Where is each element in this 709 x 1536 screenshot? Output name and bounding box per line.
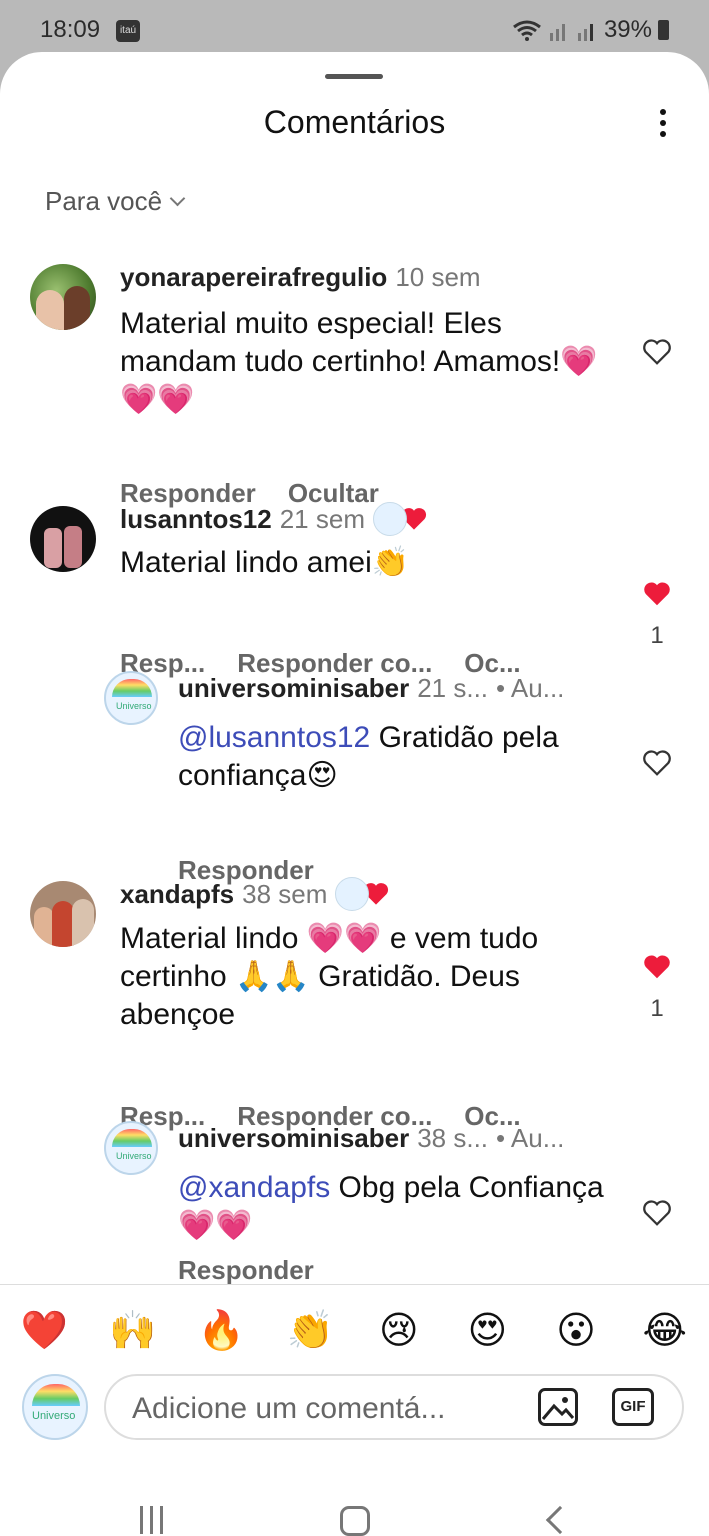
composer-avatar: Universo bbox=[22, 1374, 88, 1440]
home-icon[interactable] bbox=[340, 1506, 370, 1536]
avatar[interactable] bbox=[30, 881, 96, 947]
heart-emoji: 💗💗 bbox=[306, 921, 382, 956]
comments-sheet: Comentários Para você yonarapereirafregu… bbox=[0, 52, 709, 1536]
comment-time: 10 sem bbox=[395, 262, 481, 292]
author-label: • Au... bbox=[496, 1123, 565, 1153]
heart-outline-icon[interactable] bbox=[642, 1199, 672, 1227]
universo-logo-text: Universo bbox=[116, 1151, 152, 1161]
gif-icon[interactable]: GIF bbox=[612, 1388, 654, 1426]
drag-handle[interactable] bbox=[325, 74, 383, 79]
heart-eyes-emoji: 😍 bbox=[306, 758, 338, 793]
heart-filled-icon[interactable] bbox=[642, 580, 672, 608]
comment-username[interactable]: lusanntos12 bbox=[120, 504, 272, 535]
comment-time: 38 sem bbox=[242, 878, 328, 909]
comment-text: @xandapfs Obg pela Confiança 💗💗 bbox=[178, 1171, 604, 1243]
reaction-fire[interactable]: 🔥 bbox=[194, 1308, 250, 1353]
reaction-surprised[interactable]: 😮 bbox=[548, 1308, 604, 1352]
comment-username[interactable]: universominisaber bbox=[178, 673, 409, 704]
reaction-raised-hands[interactable]: 🙌 bbox=[105, 1308, 161, 1353]
comment-text: Material lindo 💗💗 e vem tudo certinho 🙏🙏… bbox=[120, 921, 539, 1031]
reaction-laughing[interactable]: 😂 bbox=[637, 1308, 693, 1352]
comment-text: Material muito especial! Eles mandam tud… bbox=[120, 307, 598, 417]
comment-text: @lusanntos12 Gratidão pela confiança😍 bbox=[178, 721, 559, 793]
heart-outline-icon[interactable] bbox=[642, 338, 672, 366]
reaction-heart[interactable]: ❤️ bbox=[16, 1308, 72, 1353]
comment-username[interactable]: yonarapereirafregulio bbox=[120, 262, 387, 293]
mention-link[interactable]: @xandapfs bbox=[178, 1171, 330, 1204]
heart-outline-icon[interactable] bbox=[642, 749, 672, 777]
comment-text: Material lindo amei👏 bbox=[120, 545, 410, 580]
battery-percent: 39% bbox=[603, 16, 652, 43]
comment-input-placeholder: Adicione um comentá... bbox=[132, 1392, 446, 1425]
status-bar: 18:09 itaú 39% bbox=[0, 0, 709, 58]
system-nav-bar bbox=[0, 1482, 709, 1536]
avatar[interactable]: Universo bbox=[104, 671, 158, 725]
heart-filled-icon[interactable] bbox=[642, 953, 672, 981]
praying-hands-emoji: 🙏🙏 bbox=[235, 959, 310, 994]
comment-input[interactable]: Adicione um comentá... GIF bbox=[104, 1374, 684, 1440]
comment-time: 21 s... bbox=[417, 673, 489, 703]
wifi-icon bbox=[513, 20, 541, 41]
signal-icon-2 bbox=[577, 24, 593, 41]
avatar[interactable]: Universo bbox=[104, 1121, 158, 1175]
like-count: 1 bbox=[650, 622, 664, 649]
recent-apps-icon[interactable] bbox=[140, 1506, 174, 1536]
universo-logo-text: Universo bbox=[116, 701, 152, 711]
comment-time: 38 s... bbox=[417, 1123, 489, 1153]
signal-icon bbox=[549, 24, 565, 41]
universo-logo-text: Universo bbox=[32, 1410, 76, 1422]
filter-label: Para você bbox=[45, 186, 163, 216]
reply-button[interactable]: Responder bbox=[178, 1255, 314, 1286]
divider bbox=[0, 1284, 709, 1285]
status-time: 18:09 bbox=[40, 16, 101, 43]
like-count: 1 bbox=[650, 995, 664, 1022]
reaction-clap[interactable]: 👏 bbox=[282, 1308, 338, 1353]
mention-link[interactable]: @lusanntos12 bbox=[178, 721, 370, 754]
sort-filter-dropdown[interactable]: Para você bbox=[45, 186, 186, 217]
itau-notification-icon: itaú bbox=[116, 20, 140, 42]
comment-username[interactable]: xandapfs bbox=[120, 879, 234, 910]
creator-avatar-badge bbox=[372, 502, 407, 536]
author-label: • Au... bbox=[496, 673, 565, 703]
sheet-title: Comentários bbox=[263, 104, 446, 140]
battery-icon bbox=[658, 20, 669, 40]
image-picker-icon[interactable] bbox=[538, 1388, 578, 1426]
chevron-down-icon bbox=[169, 190, 186, 207]
avatar[interactable] bbox=[30, 264, 96, 330]
more-options-icon[interactable] bbox=[648, 104, 678, 144]
clapping-emoji: 👏 bbox=[371, 545, 410, 580]
back-icon[interactable] bbox=[545, 1505, 575, 1535]
comment-username[interactable]: universominisaber bbox=[178, 1123, 409, 1154]
status-icons: 39% bbox=[512, 16, 669, 44]
avatar[interactable] bbox=[30, 506, 96, 572]
comment-time: 21 sem bbox=[279, 503, 365, 534]
quick-reactions-bar: ❤️ 🙌 🔥 👏 😢 😍 😮 😂 bbox=[0, 1302, 709, 1358]
reaction-heart-eyes[interactable]: 😍 bbox=[459, 1308, 515, 1352]
heart-emoji: 💗💗 bbox=[178, 1208, 253, 1243]
reaction-crying[interactable]: 😢 bbox=[371, 1308, 427, 1352]
